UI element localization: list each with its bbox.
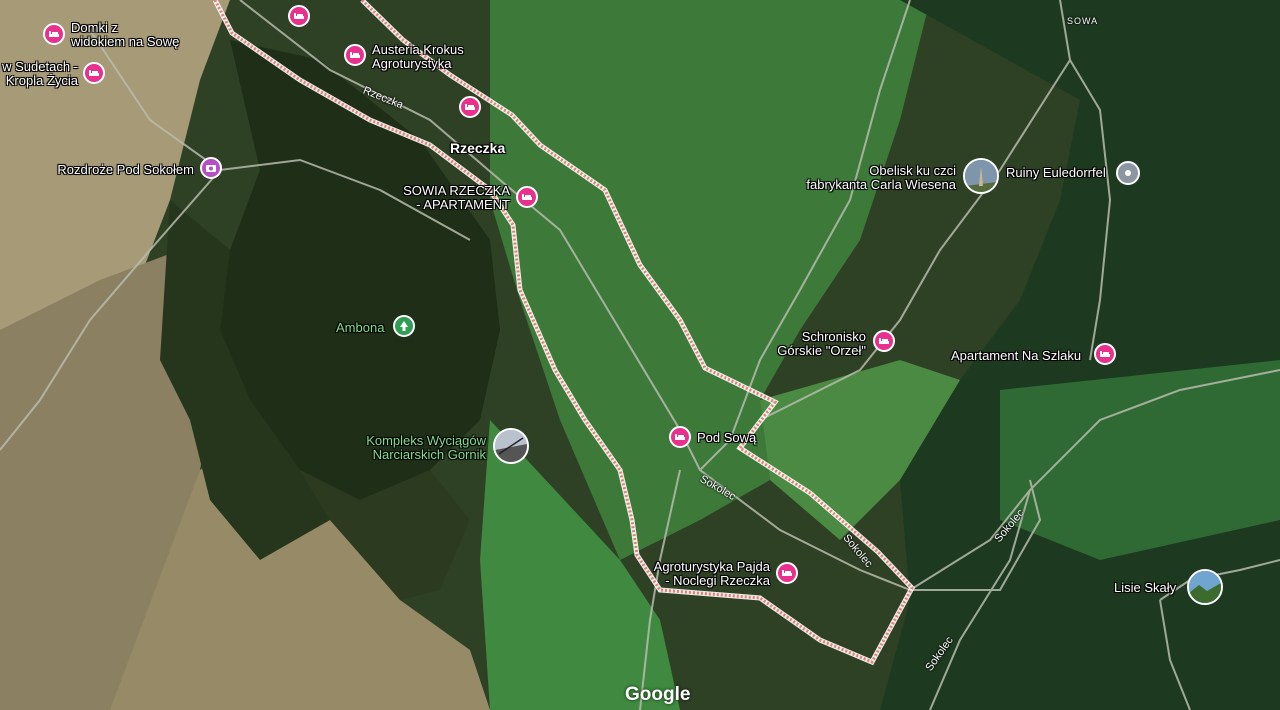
google-logo: Google xyxy=(625,684,691,705)
place-label-obelisk[interactable]: Obelisk ku czci fabrykanta Carla Wiesena xyxy=(790,164,956,192)
place-label-schronisko[interactable]: Schronisko Górskie "Orzeł" xyxy=(760,330,866,358)
place-label-lisie[interactable]: Lisie Skały xyxy=(1114,581,1176,595)
photo-icon[interactable] xyxy=(493,428,529,464)
map-terrain xyxy=(0,0,1280,710)
town-label-rzeczka[interactable]: Rzeczka xyxy=(450,141,505,155)
place-label-domki[interactable]: Domki z widokiem na Sowę xyxy=(71,21,179,49)
place-label-ruiny[interactable]: Ruiny Euledorrfel xyxy=(1006,166,1106,180)
hotel-icon[interactable] xyxy=(43,23,65,45)
place-label-austeria[interactable]: Austeria Krokus Agroturystyka xyxy=(372,43,464,71)
place-label-podsowa[interactable]: Pod Sową xyxy=(697,431,756,445)
hotel-icon[interactable] xyxy=(344,44,366,66)
hotel-icon[interactable] xyxy=(1094,343,1116,365)
camera-icon[interactable] xyxy=(200,157,222,179)
hotel-icon[interactable] xyxy=(776,562,798,584)
place-label-apartament[interactable]: Apartament Na Szlaku xyxy=(951,349,1081,363)
place-label-sudetach[interactable]: w Sudetach - Kropla Życia xyxy=(0,60,78,88)
place-label-rozdroze[interactable]: Rozdroże Pod Sokołem xyxy=(30,163,194,177)
tree-icon[interactable] xyxy=(393,315,415,337)
place-label-ambona[interactable]: Ambona xyxy=(336,321,384,335)
hotel-icon[interactable] xyxy=(288,5,310,27)
hotel-icon[interactable] xyxy=(873,330,895,352)
area-label-sowa: SOWA xyxy=(1067,16,1099,26)
hotel-icon[interactable] xyxy=(516,186,538,208)
satellite-map[interactable]: Rzeczka Sokolec Sokolec Sokolec Sokolec … xyxy=(0,0,1280,710)
place-label-sowia[interactable]: SOWIA RZECZKA - APARTAMENT xyxy=(380,184,510,212)
hotel-icon[interactable] xyxy=(459,96,481,118)
place-label-kompleks[interactable]: Kompleks Wyciągów Narciarskich Gornik xyxy=(340,434,486,462)
hotel-icon[interactable] xyxy=(669,426,691,448)
photo-icon[interactable] xyxy=(1187,569,1223,605)
hotel-icon[interactable] xyxy=(83,62,105,84)
photo-icon[interactable] xyxy=(963,158,999,194)
place-icon[interactable] xyxy=(1116,161,1140,185)
place-label-pajda[interactable]: Agroturystyka Pajda - Noclegi Rzeczka xyxy=(636,560,770,588)
